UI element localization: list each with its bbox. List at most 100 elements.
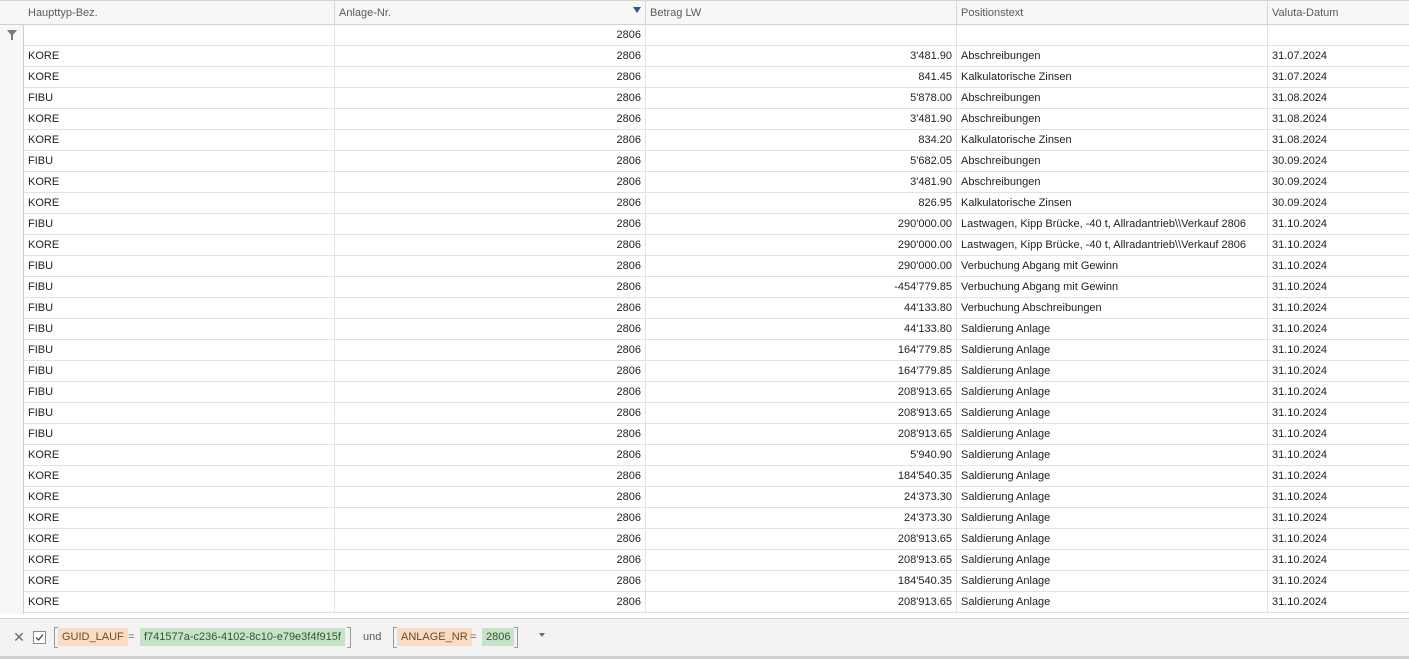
filter-cell-anlage-nr[interactable]: 2806 xyxy=(335,25,646,46)
cell-anlage-nr[interactable]: 2806 xyxy=(335,67,646,88)
cell-valuta-datum[interactable]: 31.08.2024 xyxy=(1268,130,1409,151)
table-row[interactable]: FIBU 2806 164'779.85 Saldierung Anlage 31.10… xyxy=(0,361,1409,382)
filter-field-anlage-nr[interactable]: ANLAGE_NR xyxy=(397,628,472,646)
cell-valuta-datum[interactable]: 31.10.2024 xyxy=(1268,466,1409,487)
cell-betrag-lw[interactable]: 24'373.30 xyxy=(646,487,957,508)
cell-valuta-datum[interactable]: 30.09.2024 xyxy=(1268,193,1409,214)
cell-haupttyp[interactable]: FIBU xyxy=(24,382,335,403)
cell-haupttyp[interactable]: FIBU xyxy=(24,214,335,235)
table-row[interactable]: KORE 2806 3'481.90 Abschreibungen 31.07.2024 xyxy=(0,46,1409,67)
cell-anlage-nr[interactable]: 2806 xyxy=(335,529,646,550)
cell-haupttyp[interactable]: KORE xyxy=(24,571,335,592)
cell-anlage-nr[interactable]: 2806 xyxy=(335,256,646,277)
cell-positionstext[interactable]: Abschreibungen xyxy=(957,46,1268,67)
cell-betrag-lw[interactable]: 290'000.00 xyxy=(646,235,957,256)
cell-positionstext[interactable]: Lastwagen, Kipp Brücke, -40 t, Allradant… xyxy=(957,235,1268,256)
cell-haupttyp[interactable]: FIBU xyxy=(24,403,335,424)
cell-haupttyp[interactable]: KORE xyxy=(24,487,335,508)
cell-betrag-lw[interactable]: 834.20 xyxy=(646,130,957,151)
cell-positionstext[interactable]: Kalkulatorische Zinsen xyxy=(957,193,1268,214)
cell-haupttyp[interactable]: KORE xyxy=(24,193,335,214)
cell-betrag-lw[interactable]: 184'540.35 xyxy=(646,466,957,487)
table-row[interactable]: KORE 2806 3'481.90 Abschreibungen 30.09.2024 xyxy=(0,172,1409,193)
cell-valuta-datum[interactable]: 31.10.2024 xyxy=(1268,550,1409,571)
table-row[interactable]: KORE 2806 208'913.65 Saldierung Anlage 31.10… xyxy=(0,550,1409,571)
column-header-anlage-nr[interactable]: Anlage-Nr. xyxy=(335,1,646,25)
cell-haupttyp[interactable]: KORE xyxy=(24,550,335,571)
cell-betrag-lw[interactable]: 44'133.80 xyxy=(646,298,957,319)
cell-betrag-lw[interactable]: 5'878.00 xyxy=(646,88,957,109)
cell-haupttyp[interactable]: KORE xyxy=(24,508,335,529)
cell-betrag-lw[interactable]: 5'682.05 xyxy=(646,151,957,172)
table-row[interactable]: KORE 2806 24'373.30 Saldierung Anlage 31.10.… xyxy=(0,508,1409,529)
cell-anlage-nr[interactable]: 2806 xyxy=(335,319,646,340)
cell-valuta-datum[interactable]: 31.10.2024 xyxy=(1268,445,1409,466)
cell-valuta-datum[interactable]: 31.10.2024 xyxy=(1268,508,1409,529)
cell-positionstext[interactable]: Saldierung Anlage xyxy=(957,466,1268,487)
table-row[interactable]: FIBU 2806 -454'779.85 Verbuchung Abgang mit… xyxy=(0,277,1409,298)
cell-positionstext[interactable]: Verbuchung Abschreibungen xyxy=(957,298,1268,319)
cell-anlage-nr[interactable]: 2806 xyxy=(335,88,646,109)
cell-anlage-nr[interactable]: 2806 xyxy=(335,445,646,466)
cell-haupttyp[interactable]: FIBU xyxy=(24,151,335,172)
table-row[interactable]: KORE 2806 290'000.00 Lastwagen, Kipp Brücke… xyxy=(0,235,1409,256)
cell-haupttyp[interactable]: KORE xyxy=(24,466,335,487)
cell-anlage-nr[interactable]: 2806 xyxy=(335,130,646,151)
cell-betrag-lw[interactable]: 208'913.65 xyxy=(646,592,957,613)
cell-valuta-datum[interactable]: 31.10.2024 xyxy=(1268,571,1409,592)
table-row[interactable]: KORE 2806 208'913.65 Saldierung Anlage 31.10… xyxy=(0,529,1409,550)
cell-haupttyp[interactable]: FIBU xyxy=(24,361,335,382)
table-row[interactable]: KORE 2806 5'940.90 Saldierung Anlage 31.10.2… xyxy=(0,445,1409,466)
column-header-positionstext[interactable]: Positionstext xyxy=(957,1,1268,25)
cell-valuta-datum[interactable]: 31.08.2024 xyxy=(1268,88,1409,109)
cell-anlage-nr[interactable]: 2806 xyxy=(335,466,646,487)
cell-valuta-datum[interactable]: 31.07.2024 xyxy=(1268,46,1409,67)
cell-positionstext[interactable]: Saldierung Anlage xyxy=(957,382,1268,403)
cell-anlage-nr[interactable]: 2806 xyxy=(335,151,646,172)
cell-valuta-datum[interactable]: 30.09.2024 xyxy=(1268,172,1409,193)
cell-valuta-datum[interactable]: 31.10.2024 xyxy=(1268,235,1409,256)
filter-joiner[interactable]: und xyxy=(363,628,381,646)
column-header-betrag-lw[interactable]: Betrag LW xyxy=(646,1,957,25)
cell-betrag-lw[interactable]: 208'913.65 xyxy=(646,382,957,403)
cell-haupttyp[interactable]: KORE xyxy=(24,172,335,193)
chevron-down-icon[interactable] xyxy=(538,632,546,638)
cell-betrag-lw[interactable]: 164'779.85 xyxy=(646,361,957,382)
cell-betrag-lw[interactable]: 208'913.65 xyxy=(646,550,957,571)
filter-field-guid-lauf[interactable]: GUID_LAUF xyxy=(58,628,128,646)
cell-haupttyp[interactable]: KORE xyxy=(24,592,335,613)
filter-enabled-checkbox[interactable] xyxy=(33,631,46,644)
cell-positionstext[interactable]: Saldierung Anlage xyxy=(957,361,1268,382)
cell-anlage-nr[interactable]: 2806 xyxy=(335,424,646,445)
filter-cell-positionstext[interactable] xyxy=(957,25,1268,46)
table-row[interactable]: FIBU 2806 208'913.65 Saldierung Anlage 31.10… xyxy=(0,424,1409,445)
cell-anlage-nr[interactable]: 2806 xyxy=(335,298,646,319)
cell-positionstext[interactable]: Saldierung Anlage xyxy=(957,571,1268,592)
cell-betrag-lw[interactable]: 290'000.00 xyxy=(646,214,957,235)
cell-valuta-datum[interactable]: 31.10.2024 xyxy=(1268,214,1409,235)
table-row[interactable]: FIBU 2806 164'779.85 Saldierung Anlage 31.10… xyxy=(0,340,1409,361)
cell-anlage-nr[interactable]: 2806 xyxy=(335,109,646,130)
cell-anlage-nr[interactable]: 2806 xyxy=(335,340,646,361)
cell-valuta-datum[interactable]: 31.10.2024 xyxy=(1268,403,1409,424)
table-row[interactable]: FIBU 2806 5'682.05 Abschreibungen 30.09.2024 xyxy=(0,151,1409,172)
cell-positionstext[interactable]: Saldierung Anlage xyxy=(957,424,1268,445)
cell-valuta-datum[interactable]: 31.10.2024 xyxy=(1268,424,1409,445)
table-row[interactable]: FIBU 2806 208'913.65 Saldierung Anlage 31.10… xyxy=(0,382,1409,403)
cell-positionstext[interactable]: Saldierung Anlage xyxy=(957,403,1268,424)
cell-positionstext[interactable]: Saldierung Anlage xyxy=(957,340,1268,361)
cell-positionstext[interactable]: Verbuchung Abgang mit Gewinn xyxy=(957,256,1268,277)
cell-valuta-datum[interactable]: 31.10.2024 xyxy=(1268,592,1409,613)
cell-positionstext[interactable]: Abschreibungen xyxy=(957,88,1268,109)
cell-positionstext[interactable]: Abschreibungen xyxy=(957,151,1268,172)
cell-valuta-datum[interactable]: 31.10.2024 xyxy=(1268,256,1409,277)
cell-haupttyp[interactable]: FIBU xyxy=(24,424,335,445)
cell-betrag-lw[interactable]: 3'481.90 xyxy=(646,46,957,67)
cell-positionstext[interactable]: Saldierung Anlage xyxy=(957,487,1268,508)
column-header-haupttyp[interactable]: Haupttyp-Bez. xyxy=(24,1,335,25)
cell-anlage-nr[interactable]: 2806 xyxy=(335,487,646,508)
cell-betrag-lw[interactable]: 24'373.30 xyxy=(646,508,957,529)
table-row[interactable]: KORE 2806 184'540.35 Saldierung Anlage 31.10… xyxy=(0,571,1409,592)
cell-anlage-nr[interactable]: 2806 xyxy=(335,361,646,382)
close-icon[interactable]: ✕ xyxy=(12,629,26,645)
